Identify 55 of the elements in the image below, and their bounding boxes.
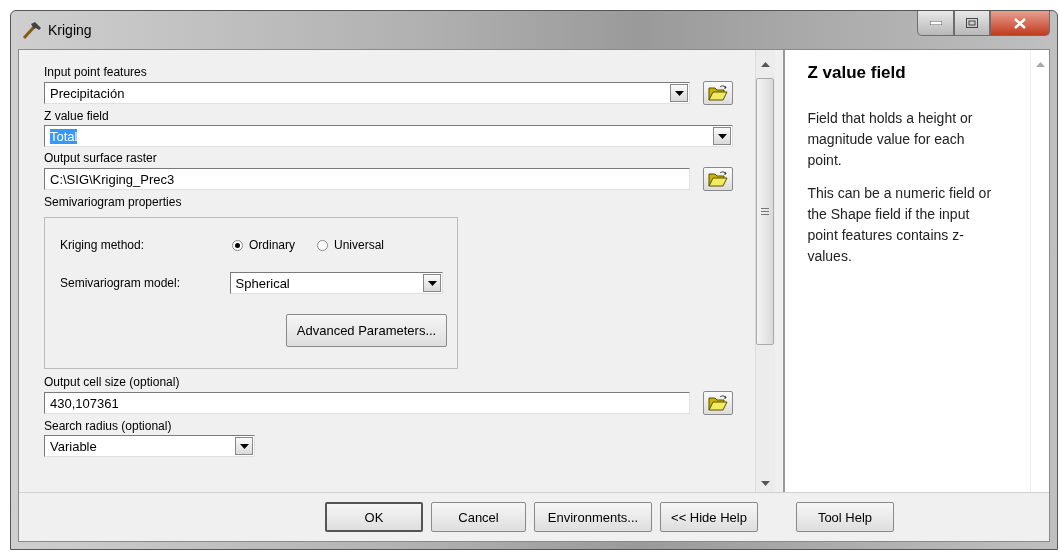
hammer-icon bbox=[22, 21, 42, 39]
radio-button[interactable] bbox=[232, 239, 243, 251]
radio-label[interactable]: Ordinary bbox=[249, 238, 295, 252]
maximize-icon bbox=[966, 18, 978, 28]
radio-label[interactable]: Universal bbox=[334, 238, 385, 252]
close-icon bbox=[1014, 17, 1026, 29]
caret-icon bbox=[239, 443, 249, 449]
scrollbar[interactable] bbox=[754, 50, 776, 492]
text-field[interactable]: C:\SIG\Kriging_Prec3 bbox=[44, 168, 690, 190]
maximize-button[interactable] bbox=[954, 11, 990, 36]
dialog-button[interactable]: Environments... bbox=[534, 502, 652, 532]
dropdown-field[interactable]: Precipitación bbox=[44, 82, 690, 104]
help-title: Z value field bbox=[807, 63, 907, 83]
field-label: Kriging method: bbox=[60, 238, 146, 252]
browse-button[interactable] bbox=[703, 391, 733, 415]
field-label: Input point features bbox=[44, 65, 148, 79]
scroll-up-icon bbox=[1035, 62, 1045, 67]
field-value: Variable bbox=[50, 438, 97, 454]
help-text: Field that holds a height or magnitude value for each point. bbox=[807, 109, 974, 170]
field-label: Output cell size (optional) bbox=[44, 375, 181, 389]
help-text: This can be a numeric field or the Shape field if the input point features contains z-values. bbox=[807, 184, 993, 266]
text-field[interactable]: 430,107361 bbox=[44, 392, 690, 414]
field-value: Precipitación bbox=[50, 85, 125, 101]
dialog-button[interactable]: OK bbox=[325, 502, 423, 532]
minimize-icon bbox=[929, 21, 942, 25]
browse-button[interactable] bbox=[703, 81, 733, 105]
advanced-parameters-button[interactable]: Advanced Parameters... bbox=[286, 314, 447, 347]
window-title: Kriging bbox=[48, 22, 92, 38]
field-value: C:\SIG\Kriging_Prec3 bbox=[50, 171, 175, 187]
field-label: Search radius (optional) bbox=[44, 419, 173, 433]
caret-icon bbox=[427, 280, 437, 286]
caret-icon bbox=[674, 90, 684, 96]
grip-icon bbox=[761, 208, 770, 215]
dialog-button[interactable]: Cancel bbox=[431, 502, 526, 532]
dropdown-field[interactable]: Variable bbox=[44, 435, 255, 457]
caret-icon bbox=[717, 133, 727, 139]
field-label: Output surface raster bbox=[44, 151, 158, 165]
scroll-down-icon bbox=[761, 481, 770, 486]
browse-button[interactable] bbox=[703, 167, 733, 191]
field-label: Z value field bbox=[44, 109, 110, 123]
dialog-button[interactable]: << Hide Help bbox=[660, 502, 758, 532]
minimize-button[interactable] bbox=[917, 11, 954, 36]
field-value: 430,107361 bbox=[50, 395, 119, 411]
open-folder-icon bbox=[708, 84, 728, 102]
dropdown-field[interactable]: Spherical bbox=[229, 272, 443, 294]
field-label: Semivariogram properties bbox=[44, 195, 183, 209]
field-label: Semivariogram model: bbox=[60, 276, 182, 290]
open-folder-icon bbox=[708, 394, 728, 412]
field-value: Total bbox=[50, 128, 78, 144]
close-button[interactable] bbox=[990, 11, 1050, 36]
open-folder-icon bbox=[708, 170, 728, 188]
scroll-up-icon bbox=[761, 62, 770, 67]
radio-button[interactable] bbox=[317, 239, 328, 251]
dialog-button[interactable]: Tool Help bbox=[796, 502, 894, 532]
scrollbar-thumb[interactable] bbox=[756, 78, 775, 345]
